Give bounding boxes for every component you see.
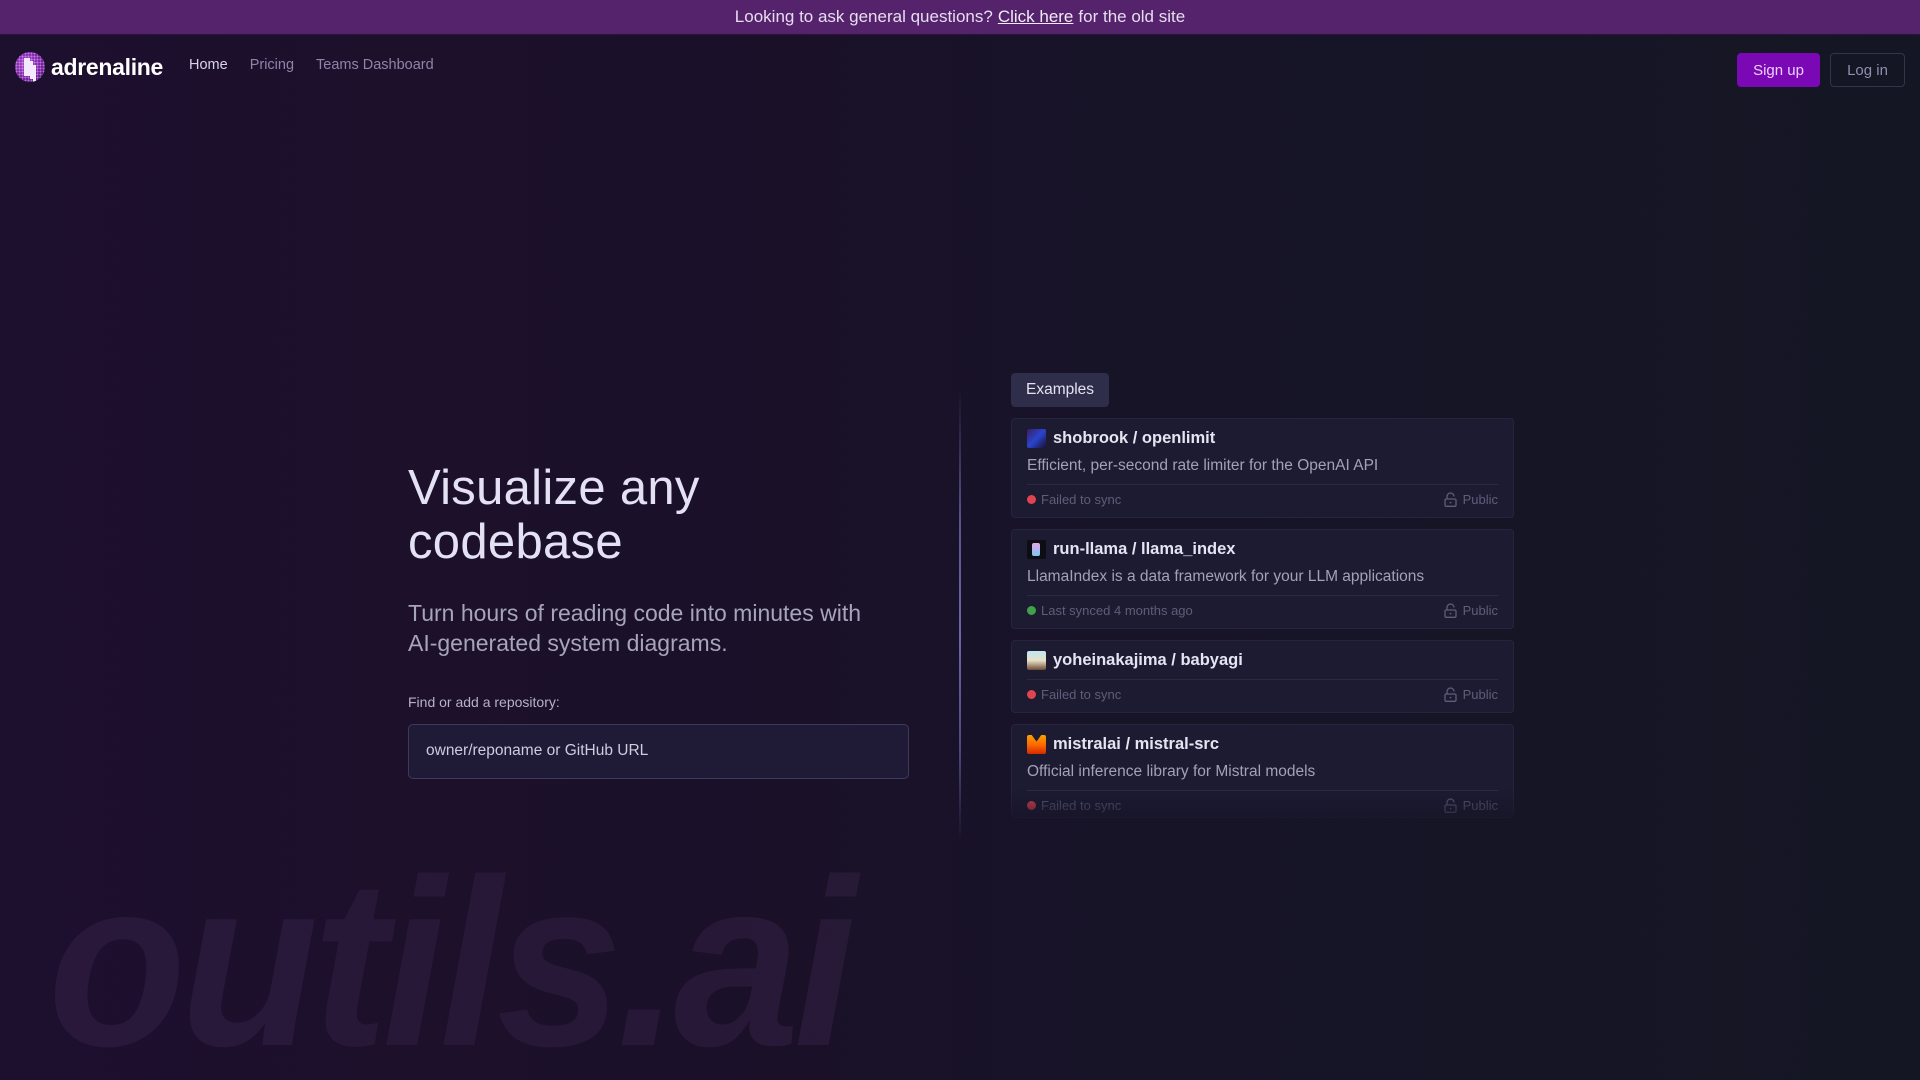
- sync-status-text: Failed to sync: [1041, 492, 1122, 507]
- repo-description: LlamaIndex is a data framework for your …: [1027, 568, 1425, 585]
- repository-search-input[interactable]: [408, 723, 909, 779]
- repo-name: yoheinakajima / babyagi: [1053, 651, 1243, 669]
- visibility-text: Public: [1462, 687, 1498, 702]
- repo-card[interactable]: mistralai / mistral-src Official inferen…: [1011, 724, 1514, 818]
- repo-name: mistralai / mistral-src: [1053, 735, 1219, 753]
- repo-description: Efficient, per-second rate limiter for t…: [1027, 457, 1379, 474]
- repo-card[interactable]: shobrook / openlimit Efficient, per-seco…: [1011, 418, 1514, 518]
- repo-owner-avatar: [1027, 429, 1046, 448]
- visibility-badge: Public: [1443, 687, 1498, 702]
- sync-status: Failed to sync: [1027, 687, 1121, 702]
- banner-text: Looking to ask general questions?: [734, 7, 993, 26]
- status-dot-icon: [1027, 690, 1036, 699]
- watermark-text: outils.ai: [48, 831, 857, 1080]
- repository-input-label: Find or add a repository:: [408, 693, 560, 710]
- sync-status-text: Failed to sync: [1041, 798, 1122, 813]
- status-dot-icon: [1027, 495, 1036, 504]
- logo[interactable]: adrenaline: [15, 52, 163, 82]
- old-site-link[interactable]: Click here: [998, 7, 1074, 27]
- log-in-button[interactable]: Log in: [1830, 53, 1905, 87]
- nav-link-home[interactable]: Home: [189, 57, 228, 73]
- sync-status-text: Failed to sync: [1041, 687, 1122, 702]
- repo-card[interactable]: yoheinakajima / babyagi Failed to sync P…: [1011, 640, 1514, 713]
- adrenaline-logo-icon: [15, 52, 45, 82]
- repo-owner-avatar: [1027, 651, 1046, 670]
- visibility-text: Public: [1462, 492, 1498, 507]
- page-title: Visualize any codebase: [408, 461, 700, 569]
- repo-name: shobrook / openlimit: [1053, 429, 1216, 447]
- unlock-icon: [1443, 603, 1457, 618]
- unlock-icon: [1443, 492, 1457, 507]
- nav-link-teams-dashboard[interactable]: Teams Dashboard: [316, 57, 434, 73]
- sync-status: Failed to sync: [1027, 798, 1121, 813]
- visibility-badge: Public: [1443, 798, 1498, 813]
- card-divider: [1027, 595, 1498, 596]
- visibility-text: Public: [1462, 603, 1498, 618]
- visibility-text: Public: [1462, 798, 1498, 813]
- hero-subtitle: Turn hours of reading code into minutes …: [408, 599, 862, 656]
- sync-status-text: Last synced 4 months ago: [1041, 603, 1193, 618]
- status-dot-icon: [1027, 606, 1036, 615]
- nav-links: Home Pricing Teams Dashboard: [189, 57, 434, 73]
- repo-name: run-llama / llama_index: [1053, 540, 1236, 558]
- unlock-icon: [1443, 798, 1457, 813]
- tab-examples[interactable]: Examples: [1011, 373, 1110, 407]
- card-divider: [1027, 679, 1498, 680]
- announcement-banner: Looking to ask general questions? Click …: [0, 0, 1920, 35]
- hero-section: Visualize any codebase Turn hours of rea…: [408, 461, 918, 779]
- repo-card[interactable]: run-llama / llama_index LlamaIndex is a …: [1011, 529, 1514, 629]
- card-divider: [1027, 484, 1498, 485]
- sync-status: Last synced 4 months ago: [1027, 603, 1193, 618]
- repo-owner-avatar: [1027, 735, 1046, 754]
- logo-text: adrenaline: [51, 53, 164, 80]
- visibility-badge: Public: [1443, 603, 1498, 618]
- section-divider: [959, 390, 961, 840]
- card-divider: [1027, 790, 1498, 791]
- banner-suffix: for the old site: [1078, 7, 1186, 26]
- nav-link-pricing[interactable]: Pricing: [250, 57, 294, 73]
- status-dot-icon: [1027, 801, 1036, 810]
- visibility-badge: Public: [1443, 492, 1498, 507]
- top-navigation: adrenaline Home Pricing Teams Dashboard: [0, 35, 1920, 101]
- sync-status: Failed to sync: [1027, 492, 1121, 507]
- repo-description: Official inference library for Mistral m…: [1027, 763, 1316, 780]
- repo-owner-avatar: [1027, 540, 1046, 559]
- sign-up-button[interactable]: Sign up: [1737, 53, 1820, 87]
- unlock-icon: [1443, 687, 1457, 702]
- examples-panel: Examples shobrook / openlimit Efficient,…: [1011, 373, 1514, 818]
